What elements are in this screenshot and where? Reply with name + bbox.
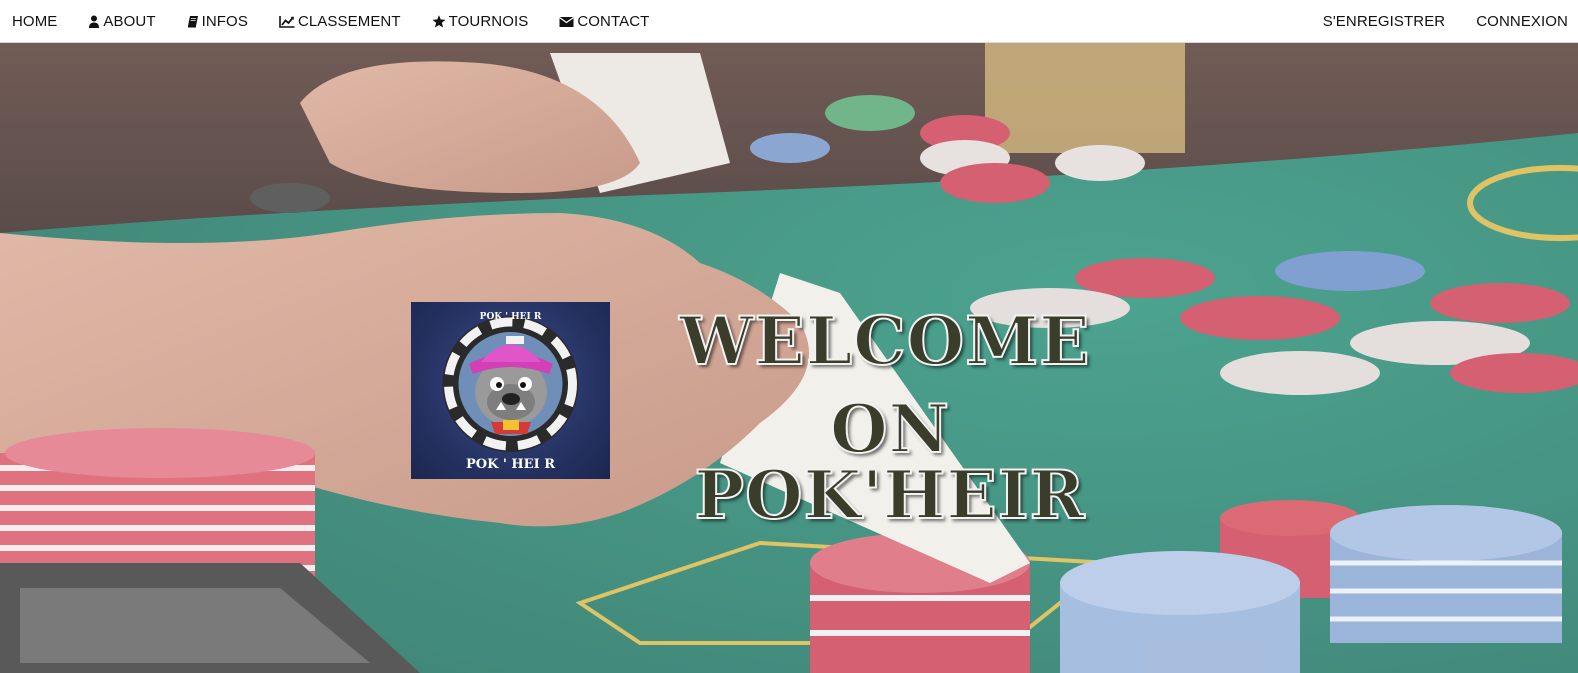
- nav-home[interactable]: HOME: [0, 0, 72, 43]
- chart-line-icon: [279, 15, 295, 28]
- login-link[interactable]: CONNEXION: [1460, 0, 1578, 43]
- envelope-icon: [559, 15, 575, 28]
- welcome-heading: WELCOME ON POK'HEIR: [630, 307, 1150, 534]
- nav-about[interactable]: ABOUT: [72, 0, 170, 43]
- nav-classement-label: CLASSEMENT: [297, 13, 401, 30]
- nav-infos[interactable]: INFOS: [171, 0, 263, 43]
- register-label: S'ENREGISTRER: [1322, 13, 1446, 30]
- star-icon: [432, 15, 446, 28]
- welcome-line-2: ON POK'HEIR: [693, 390, 1086, 534]
- register-link[interactable]: S'ENREGISTRER: [1307, 0, 1461, 43]
- nav-tournois[interactable]: TOURNOIS: [416, 0, 544, 43]
- nav-about-label: ABOUT: [103, 13, 156, 30]
- nav-right-group: S'ENREGISTRER CONNEXION: [1307, 0, 1578, 43]
- top-navbar: HOME ABOUT INFOS CLASSEMENT TOURNOIS CON…: [0, 0, 1578, 43]
- hero-section: POK ' HEI R POK ' HEI R WELCOME ON POK'H…: [0, 43, 1578, 673]
- bulldog-chip-icon: [442, 316, 579, 452]
- user-icon: [88, 15, 100, 28]
- book-icon: [187, 15, 199, 28]
- login-label: CONNEXION: [1476, 13, 1568, 30]
- nav-classement[interactable]: CLASSEMENT: [263, 0, 416, 43]
- nav-left-group: HOME ABOUT INFOS CLASSEMENT TOURNOIS CON…: [0, 0, 664, 43]
- pokheir-logo: POK ' HEI R POK ' HEI R: [411, 302, 610, 479]
- nav-contact[interactable]: CONTACT: [543, 0, 664, 43]
- nav-infos-label: INFOS: [201, 13, 248, 30]
- nav-contact-label: CONTACT: [577, 13, 650, 30]
- logo-text-bottom: POK ' HEI R: [465, 457, 556, 472]
- nav-tournois-label: TOURNOIS: [448, 13, 529, 30]
- nav-home-label: HOME: [12, 13, 58, 30]
- welcome-line-1: WELCOME: [678, 302, 1091, 380]
- logo-text-top: POK ' HEI R: [479, 312, 542, 322]
